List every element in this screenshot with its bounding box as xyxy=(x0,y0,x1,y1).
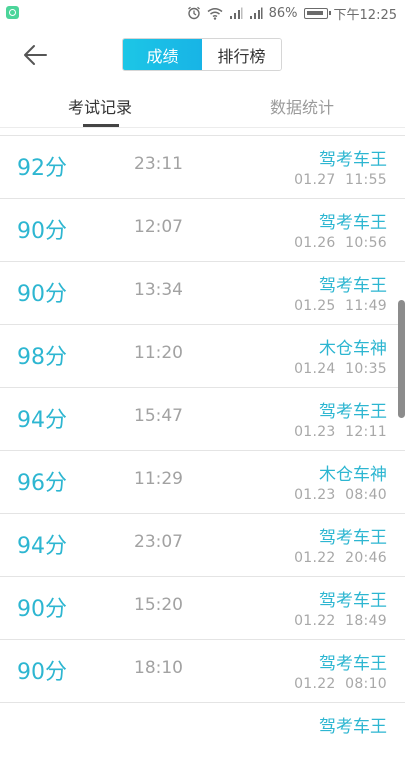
arrow-left-icon xyxy=(24,45,47,65)
record-duration: 15:47 xyxy=(134,406,183,426)
tab-exam-records[interactable]: 考试记录 xyxy=(68,94,132,118)
app-notification-icon xyxy=(6,6,19,19)
record-date: 01.23 12:11 xyxy=(294,424,387,440)
record-title: 驾考车王 xyxy=(319,717,387,737)
record-duration: 23:07 xyxy=(134,532,183,552)
record-title: 驾考车王 xyxy=(319,654,387,674)
tab-statistics[interactable]: 数据统计 xyxy=(270,94,334,118)
record-row[interactable]: 90分 15:20 驾考车王 01.22 18:49 xyxy=(0,576,405,639)
record-date: 01.26 10:56 xyxy=(294,235,387,251)
record-date: 01.24 10:35 xyxy=(294,361,387,377)
record-score: 90分 xyxy=(17,660,67,685)
record-score: 94分 xyxy=(17,534,67,559)
alarm-icon xyxy=(187,6,200,20)
battery-percent: 86% xyxy=(268,5,298,21)
status-icons: 86% 下午12:25 xyxy=(187,4,397,23)
exam-record-list: 92分 23:11 驾考车王 01.27 11:55 90分 12:07 驾考车… xyxy=(0,135,405,765)
record-duration: 15:20 xyxy=(134,595,183,615)
record-duration: 11:29 xyxy=(134,469,183,489)
tab-bar: 考试记录 数据统计 xyxy=(0,84,405,128)
record-duration: 13:34 xyxy=(134,280,183,300)
tab-indicator xyxy=(83,124,119,127)
record-score: 90分 xyxy=(17,219,67,244)
segment-ranking[interactable]: 排行榜 xyxy=(202,39,281,70)
record-row[interactable]: 90分 12:07 驾考车王 01.26 10:56 xyxy=(0,198,405,261)
segmented-control: 成绩 排行榜 xyxy=(122,38,282,71)
record-duration: 11:20 xyxy=(134,343,183,363)
record-row[interactable]: 驾考车王 xyxy=(0,702,405,765)
record-date: 01.22 20:46 xyxy=(294,550,387,566)
record-title: 驾考车王 xyxy=(319,402,387,422)
record-title: 木仓车神 xyxy=(319,465,387,485)
record-title: 驾考车王 xyxy=(319,276,387,296)
record-title: 木仓车神 xyxy=(319,339,387,359)
record-date: 01.27 11:55 xyxy=(294,172,387,188)
clock: 下午12:25 xyxy=(333,7,397,23)
signal-icon-2 xyxy=(249,7,263,19)
record-score: 90分 xyxy=(17,597,67,622)
record-title: 驾考车王 xyxy=(319,213,387,233)
record-row[interactable]: 94分 15:47 驾考车王 01.23 12:11 xyxy=(0,387,405,450)
record-row[interactable]: 94分 23:07 驾考车王 01.22 20:46 xyxy=(0,513,405,576)
record-score: 90分 xyxy=(17,282,67,307)
scrollbar-thumb[interactable] xyxy=(398,300,405,418)
record-title: 驾考车王 xyxy=(319,528,387,548)
record-date: 01.22 18:49 xyxy=(294,613,387,629)
record-score: 94分 xyxy=(17,408,67,433)
record-title: 驾考车王 xyxy=(319,150,387,170)
record-duration: 12:07 xyxy=(134,217,183,237)
record-score: 92分 xyxy=(17,156,67,181)
header: 成绩 排行榜 xyxy=(0,26,405,84)
record-score: 98分 xyxy=(17,345,67,370)
record-row[interactable]: 92分 23:11 驾考车王 01.27 11:55 xyxy=(0,135,405,198)
battery-icon xyxy=(303,7,331,19)
back-button[interactable] xyxy=(20,42,50,68)
record-title: 驾考车王 xyxy=(319,591,387,611)
record-date: 01.22 08:10 xyxy=(294,676,387,692)
record-date: 01.23 08:40 xyxy=(294,487,387,503)
signal-icon xyxy=(229,7,243,19)
record-row[interactable]: 90分 18:10 驾考车王 01.22 08:10 xyxy=(0,639,405,702)
status-bar: 86% 下午12:25 xyxy=(0,0,405,26)
record-row[interactable]: 90分 13:34 驾考车王 01.25 11:49 xyxy=(0,261,405,324)
record-row[interactable]: 96分 11:29 木仓车神 01.23 08:40 xyxy=(0,450,405,513)
record-duration: 18:10 xyxy=(134,658,183,678)
wifi-icon xyxy=(207,7,223,20)
record-score: 96分 xyxy=(17,471,67,496)
record-row[interactable]: 98分 11:20 木仓车神 01.24 10:35 xyxy=(0,324,405,387)
record-duration: 23:11 xyxy=(134,154,183,174)
segment-scores[interactable]: 成绩 xyxy=(123,39,202,70)
record-date: 01.25 11:49 xyxy=(294,298,387,314)
